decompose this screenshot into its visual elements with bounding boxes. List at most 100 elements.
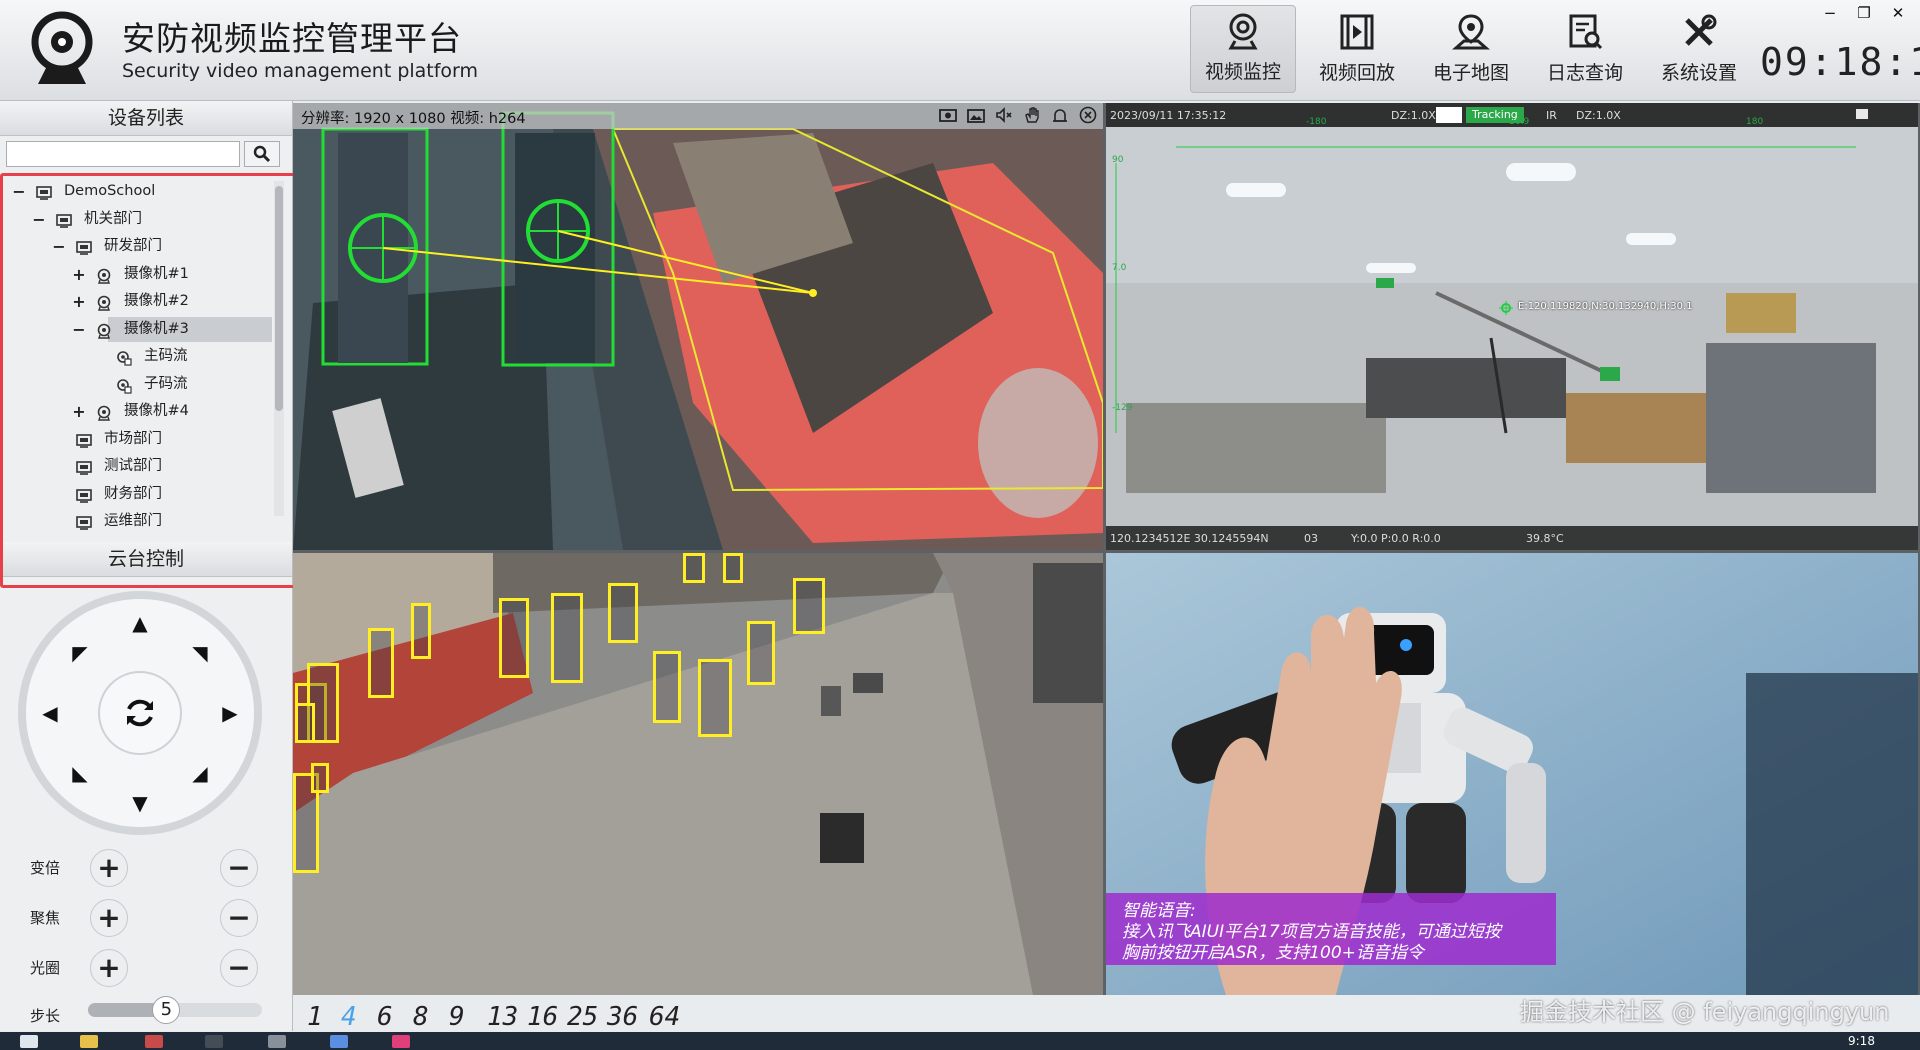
collapse-toggle[interactable]: − xyxy=(32,206,46,234)
tree-node[interactable]: 子码流 xyxy=(0,371,292,399)
video-tile-3[interactable] xyxy=(293,553,1103,995)
person-detection-box xyxy=(723,553,743,583)
watermark: 掘金技术社区 @ feiyangqingyun xyxy=(1520,998,1890,1026)
ptz-up-right-button[interactable]: ◥ xyxy=(188,641,212,665)
search-row xyxy=(0,136,292,172)
ptz-left-button[interactable]: ◀ xyxy=(38,701,62,725)
mute-icon[interactable] xyxy=(995,106,1013,124)
tree-node[interactable]: + 摄像机#1 xyxy=(0,261,292,289)
iris-minus-button[interactable]: − xyxy=(220,949,258,987)
layout-16-button[interactable]: 16 xyxy=(527,1002,558,1032)
close-button[interactable]: ✕ xyxy=(1890,4,1906,22)
collapse-toggle[interactable]: − xyxy=(12,178,26,206)
expand-toggle[interactable]: + xyxy=(72,261,86,289)
layout-9-button[interactable]: 9 xyxy=(449,1002,465,1032)
step-slider[interactable]: 5 xyxy=(88,996,262,1024)
camera-icon xyxy=(96,267,112,284)
tree-node[interactable]: − DemoSchool xyxy=(0,178,292,206)
ptz-up-left-button[interactable]: ◤ xyxy=(68,641,92,665)
clock: 09:18:15 xyxy=(1760,40,1920,84)
tree-node[interactable]: 市场部门 xyxy=(0,426,292,454)
zoom-out-button[interactable]: − xyxy=(220,849,258,887)
video-tile-2[interactable]: 2023/09/11 17:35:12 DZ:1.0X Tracking IR … xyxy=(1106,103,1918,550)
zoom-label: 变倍 xyxy=(30,859,61,877)
layout-36-button[interactable]: 36 xyxy=(607,1002,638,1032)
tree-node[interactable]: 运维部门 xyxy=(0,508,292,535)
nav-video-playback[interactable]: 视频回放 xyxy=(1304,5,1410,93)
expand-toggle[interactable]: + xyxy=(72,288,86,316)
gps-coordinates: 120.1234512E 30.1245594N xyxy=(1110,532,1269,545)
scrollbar-thumb[interactable] xyxy=(275,186,283,411)
ptz-hand-icon[interactable] xyxy=(1023,106,1041,124)
app-icon[interactable] xyxy=(268,1035,286,1048)
layout-25-button[interactable]: 25 xyxy=(567,1002,598,1032)
nav-e-map[interactable]: 电子地图 xyxy=(1418,5,1524,93)
app-icon[interactable] xyxy=(392,1035,410,1048)
nav-log-query[interactable]: 日志查询 xyxy=(1532,5,1638,93)
scale-right: 180 xyxy=(1746,117,1764,127)
browser-icon[interactable] xyxy=(330,1035,348,1048)
snapshot-icon[interactable] xyxy=(967,106,985,124)
nav-system-settings[interactable]: 系统设置 xyxy=(1646,5,1752,93)
tree-node[interactable]: − 机关部门 xyxy=(0,206,292,234)
terminal-icon[interactable] xyxy=(205,1035,223,1048)
attitude-readout: Y:0.0 P:0.0 R:0.0 xyxy=(1351,532,1441,545)
layout-1-button[interactable]: 1 xyxy=(307,1002,323,1032)
zoom-in-button[interactable]: + xyxy=(90,849,128,887)
expand-toggle[interactable]: + xyxy=(72,398,86,426)
tree-node[interactable]: − 摄像机#3 xyxy=(0,316,292,344)
taskbar-time: 9:18 xyxy=(1848,1034,1875,1048)
os-taskbar: 9:18 xyxy=(0,1032,1920,1050)
tree-node[interactable]: 财务部门 xyxy=(0,481,292,509)
ptz-down-right-button[interactable]: ◢ xyxy=(188,761,212,785)
tree-node-label: 子码流 xyxy=(144,375,188,392)
app-title: 安防视频监控管理平台 xyxy=(122,19,462,58)
app-icon[interactable] xyxy=(145,1035,163,1048)
ptz-right-button[interactable]: ▶ xyxy=(218,701,242,725)
video-tile-4[interactable]: 智能语音: 接入讯飞AIUI平台17项官方语音技能，可通过短按 胸前按钮开启AS… xyxy=(1106,553,1918,995)
start-icon[interactable] xyxy=(20,1035,38,1048)
app-subtitle: Security video management platform xyxy=(122,60,479,82)
ptz-up-button[interactable]: ▲ xyxy=(128,611,152,635)
ptz-down-button[interactable]: ▼ xyxy=(128,791,152,815)
stream-icon xyxy=(116,377,132,394)
nav-video-monitor[interactable]: 视频监控 xyxy=(1190,5,1296,93)
webcam-logo-icon xyxy=(31,11,93,84)
device-search-input[interactable] xyxy=(6,141,240,167)
iris-label: 光圈 xyxy=(30,959,61,977)
tree-node-label: 主码流 xyxy=(144,348,188,364)
layout-13-button[interactable]: 13 xyxy=(487,1002,518,1032)
focus-plus-button[interactable]: + xyxy=(90,899,128,937)
scale-v129: -129 xyxy=(1112,403,1133,413)
layout-8-button[interactable]: 8 xyxy=(413,1002,429,1032)
app-header: 安防视频监控管理平台 Security video management pla… xyxy=(0,0,1920,101)
tree-node-label: 摄像机#3 xyxy=(124,320,189,337)
alarm-icon[interactable] xyxy=(1051,106,1069,124)
restore-button[interactable]: ❐ xyxy=(1856,4,1872,22)
video-frame-industrial xyxy=(293,103,1103,550)
scale-v70: 7.0 xyxy=(1112,263,1127,273)
focus-minus-button[interactable]: − xyxy=(220,899,258,937)
collapse-toggle[interactable]: − xyxy=(52,233,66,261)
tree-node[interactable]: 主码流 xyxy=(0,343,292,371)
layout-4-button[interactable]: 4 xyxy=(341,1002,357,1032)
ptz-auto-rotate-button[interactable] xyxy=(98,671,182,755)
person-detection-box xyxy=(793,578,825,634)
minimize-button[interactable]: − xyxy=(1822,4,1838,22)
tree-node[interactable]: − 研发部门 xyxy=(0,233,292,261)
tree-node[interactable]: + 摄像机#2 xyxy=(0,288,292,316)
layout-6-button[interactable]: 6 xyxy=(377,1002,393,1032)
collapse-toggle[interactable]: − xyxy=(72,316,86,344)
tree-node[interactable]: + 摄像机#4 xyxy=(0,398,292,426)
tree-node[interactable]: 测试部门 xyxy=(0,453,292,481)
tree-node-label: 财务部门 xyxy=(104,485,162,502)
layout-64-button[interactable]: 64 xyxy=(649,1002,680,1032)
video-tile-1[interactable]: 分辨率: 1920 x 1080 视频: h264 xyxy=(293,103,1103,550)
search-button[interactable] xyxy=(244,141,280,167)
tree-scrollbar[interactable] xyxy=(274,181,284,516)
folder-icon[interactable] xyxy=(80,1035,98,1048)
record-icon[interactable] xyxy=(939,106,957,124)
iris-plus-button[interactable]: + xyxy=(90,949,128,987)
close-video-icon[interactable] xyxy=(1079,106,1097,124)
ptz-down-left-button[interactable]: ◣ xyxy=(68,761,92,785)
